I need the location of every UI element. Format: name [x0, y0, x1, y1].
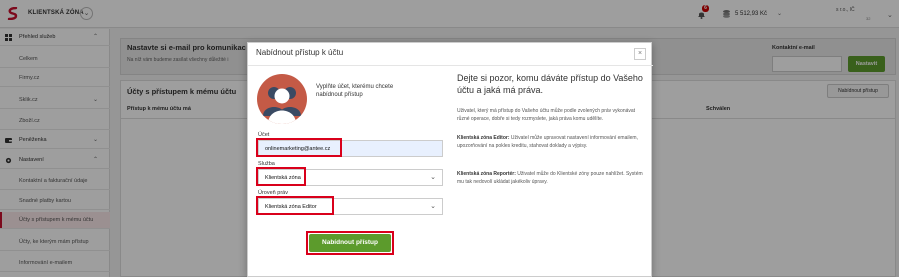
editor-role-label: Klientská zóna Editor: — [457, 135, 510, 141]
users-group-icon — [263, 87, 301, 124]
chevron-down-icon: ⌄ — [430, 174, 436, 181]
modal-title: Nabídnout přístup k účtu — [256, 48, 344, 57]
close-icon[interactable]: × — [634, 48, 646, 60]
modal-intro-text: Vyplňte účet, kterému chcete nabídnout p… — [316, 84, 394, 98]
submit-highlight-box — [306, 231, 394, 255]
warning-paragraph: Uživatel, který má přístup do Vašeho účt… — [457, 108, 636, 122]
reporter-role-description: Klientská zóna Reportér: Uživatel může d… — [457, 171, 645, 186]
warning-heading: Dejte si pozor, komu dáváte přístup do V… — [457, 73, 643, 95]
offer-access-modal: Nabídnout přístup k účtu × Vyplňte účet,… — [247, 42, 653, 277]
editor-role-description: Klientská zóna Editor: Uživatel může upr… — [457, 135, 645, 150]
modal-header-divider — [248, 65, 653, 66]
account-highlight-box — [256, 138, 342, 157]
chevron-down-icon: ⌄ — [430, 203, 436, 210]
service-highlight-box — [256, 167, 306, 186]
role-highlight-box — [256, 196, 334, 215]
users-avatar — [257, 74, 307, 124]
reporter-role-label: Klientská zóna Reportér: — [457, 171, 516, 177]
